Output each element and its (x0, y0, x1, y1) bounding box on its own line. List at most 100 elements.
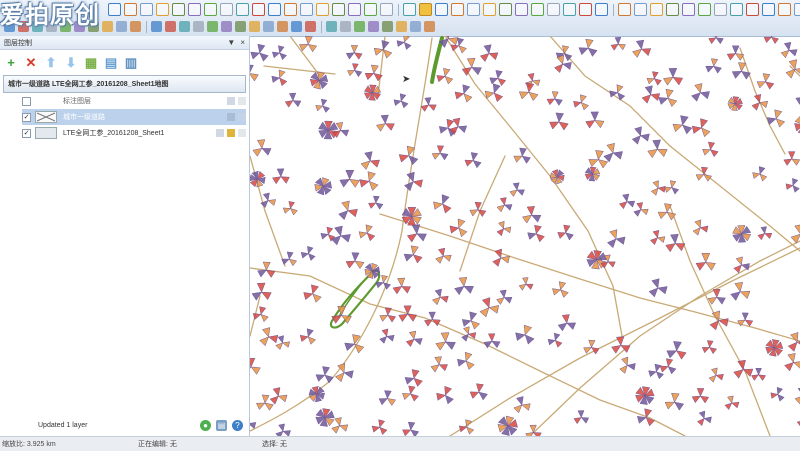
map-tree-root[interactable]: 城市一级道路 LTE全网工参_20161208_Sheet1地图 (3, 75, 246, 93)
toolbar-tool-icon[interactable] (403, 3, 416, 16)
toolbar-tool-icon[interactable] (778, 3, 791, 16)
toolbar-tool-icon[interactable] (165, 21, 176, 32)
layer-checkbox[interactable]: ✓ (22, 129, 31, 138)
toolbar-tool-icon[interactable] (291, 21, 302, 32)
toolbar-tool-icon[interactable] (263, 21, 274, 32)
move-up-icon[interactable]: ⬆ (44, 55, 58, 69)
cell-sector (308, 254, 315, 261)
toolbar-tool-icon[interactable] (340, 21, 351, 32)
toolbar-tool-icon[interactable] (284, 3, 297, 16)
toolbar-tool-icon[interactable] (515, 3, 528, 16)
toolbar-tool-icon[interactable] (382, 21, 393, 32)
toolbar-tool-icon[interactable] (794, 3, 800, 16)
toolbar-tool-icon[interactable] (563, 3, 576, 16)
toolbar-tool-icon[interactable] (193, 21, 204, 32)
toolbar-tool-icon[interactable] (316, 3, 329, 16)
cell-sector (589, 159, 599, 166)
toolbar-tool-icon[interactable] (204, 3, 217, 16)
layer-properties-icon[interactable]: ▦ (84, 55, 98, 69)
layer-row-sites[interactable]: ✓ LTE全网工参_20161208_Sheet1 (22, 125, 246, 141)
toolbar-tool-icon[interactable] (451, 3, 464, 16)
toolbar-tool-icon[interactable] (268, 3, 281, 16)
toolbar-tool-icon[interactable] (326, 21, 337, 32)
remove-layer-icon[interactable]: ✕ (24, 55, 38, 69)
toolbar-tool-icon[interactable] (698, 3, 711, 16)
toolbar-tool-icon[interactable] (650, 3, 663, 16)
toolbar-tool-icon[interactable] (368, 21, 379, 32)
toolbar-tool-icon[interactable] (419, 3, 432, 16)
cell-sector (673, 77, 683, 85)
toolbar-tool-icon[interactable] (172, 3, 185, 16)
toolbar-tool-icon[interactable] (277, 21, 288, 32)
toolbar-tool-icon[interactable] (156, 3, 169, 16)
cell-sector (280, 78, 287, 86)
panel-close-icon[interactable]: × (240, 38, 245, 47)
cell-sector (270, 396, 278, 404)
refresh-icon[interactable]: ● (200, 420, 211, 431)
select-icon[interactable] (238, 129, 246, 137)
toolbar-tool-icon[interactable] (332, 3, 345, 16)
toolbar-tool-icon[interactable] (499, 3, 512, 16)
toolbar-tool-icon[interactable] (188, 3, 201, 16)
toolbar-tool-icon[interactable] (249, 21, 260, 32)
toolbar-tool-icon[interactable] (207, 21, 218, 32)
toolbar-tool-icon[interactable] (151, 21, 162, 32)
cell-sector (393, 286, 402, 293)
help-icon[interactable]: ? (232, 420, 243, 431)
cell-sector (651, 94, 660, 101)
toolbar-tool-icon[interactable] (424, 21, 435, 32)
toolbar-tool-icon[interactable] (179, 21, 190, 32)
layer-label-icon[interactable]: ▥ (124, 55, 138, 69)
toolbar-tool-icon[interactable] (634, 3, 647, 16)
pencil-icon[interactable] (227, 129, 235, 137)
layer-checkbox[interactable] (22, 97, 31, 106)
toolbar-tool-icon[interactable] (746, 3, 759, 16)
toolbar-tool-icon[interactable] (714, 3, 727, 16)
toolbar-tool-icon[interactable] (547, 3, 560, 16)
edit-icon[interactable] (216, 129, 224, 137)
toolbar-tool-icon[interactable] (348, 3, 361, 16)
select-icon[interactable] (238, 113, 246, 121)
toolbar-tool-icon[interactable] (354, 21, 365, 32)
toolbar-tool-icon[interactable] (579, 3, 592, 16)
toolbar-tool-icon[interactable] (396, 21, 407, 32)
toolbar-tool-icon[interactable] (220, 3, 233, 16)
toolbar-tool-icon[interactable] (435, 3, 448, 16)
move-down-icon[interactable]: ⬇ (64, 55, 78, 69)
toolbar-tool-icon[interactable] (618, 3, 631, 16)
panel-pin-icon[interactable]: ▼ (227, 38, 235, 47)
toolbar-tool-icon[interactable] (682, 3, 695, 16)
cell-sector (535, 225, 542, 234)
toolbar-tool-icon[interactable] (730, 3, 743, 16)
export-icon[interactable]: ▤ (216, 420, 227, 431)
select-icon[interactable] (238, 97, 246, 105)
toolbar-tool-icon[interactable] (221, 21, 232, 32)
toolbar-tool-icon[interactable] (380, 3, 393, 16)
layer-checkbox[interactable]: ✓ (22, 113, 31, 122)
cell-sector (432, 297, 440, 305)
toolbar-tool-icon[interactable] (531, 3, 544, 16)
map-canvas[interactable] (250, 36, 800, 436)
toolbar-tool-icon[interactable] (252, 3, 265, 16)
edit-icon[interactable] (227, 113, 235, 121)
toolbar-tool-icon[interactable] (467, 3, 480, 16)
toolbar-tool-icon[interactable] (762, 3, 775, 16)
toolbar-tool-icon[interactable] (666, 3, 679, 16)
layer-style-icon[interactable]: ▤ (104, 55, 118, 69)
toolbar-tool-icon[interactable] (140, 3, 153, 16)
cell-sector (308, 44, 317, 51)
layer-row-label[interactable]: 标注图层 (22, 93, 246, 109)
cell-sector (445, 395, 453, 404)
toolbar-tool-icon[interactable] (410, 21, 421, 32)
toolbar-tool-icon[interactable] (236, 3, 249, 16)
edit-icon[interactable] (227, 97, 235, 105)
toolbar-tool-icon[interactable] (483, 3, 496, 16)
toolbar-tool-icon[interactable] (305, 21, 316, 32)
map-svg[interactable] (250, 36, 800, 436)
toolbar-tool-icon[interactable] (364, 3, 377, 16)
add-layer-icon[interactable]: + (4, 55, 18, 69)
toolbar-tool-icon[interactable] (300, 3, 313, 16)
layer-row-roads[interactable]: ✓ 城市一级道路 (22, 109, 246, 125)
toolbar-tool-icon[interactable] (595, 3, 608, 16)
toolbar-tool-icon[interactable] (235, 21, 246, 32)
